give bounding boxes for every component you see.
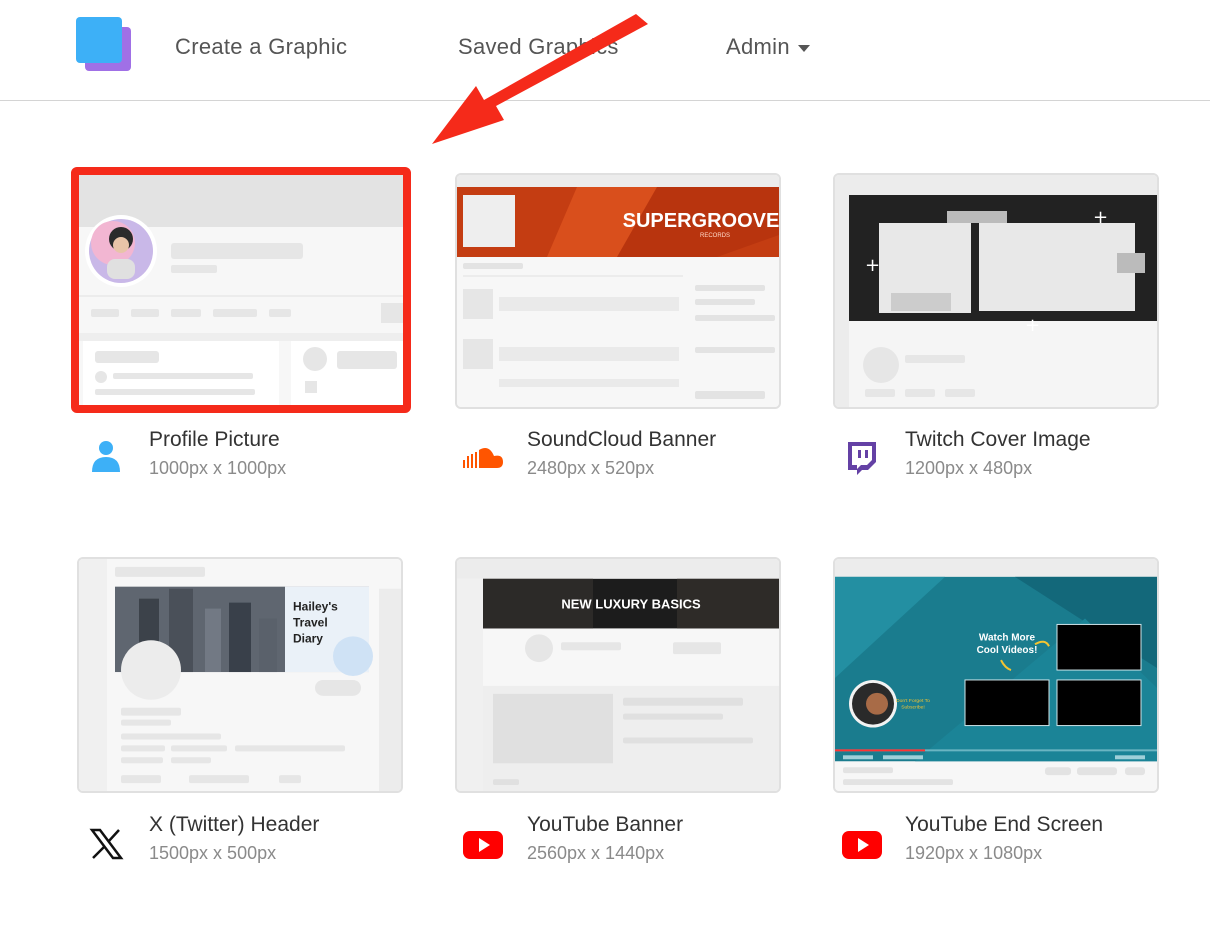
template-title: SoundCloud Banner [527,428,717,451]
annotation-arrow [432,14,648,144]
template-title: Twitch Cover Image [905,428,1091,451]
x-preview-thumbnail: Hailey's Travel Diary [79,559,401,791]
template-card-youtube-banner[interactable]: NEW LUXURY BASICS [455,557,781,793]
template-dimensions: 2480px x 520px [527,458,655,478]
svg-text:+: + [1025,315,1040,336]
twitch-icon [840,436,884,480]
template-label-youtube-end-screen: YouTube End Screen 1920px x 1080px [905,813,1103,864]
template-card-twitch-cover[interactable]: + + + [833,173,1159,409]
endscreen-sub-line-2: Subscribe! [901,705,925,711]
youtube-icon [840,822,884,866]
template-label-youtube-banner: YouTube Banner 2560px x 1440px [527,813,683,864]
x-banner-line-3: Diary [293,631,323,645]
endscreen-sub-line-1: Don't Forget To [896,698,930,704]
soundcloud-sub-text: RECORDS [700,233,730,239]
template-dimensions: 1200px x 480px [905,458,1033,478]
endscreen-cta-line-2: Cool Videos! [977,645,1038,656]
svg-text:+: + [1093,207,1108,228]
template-dimensions: 1920px x 1080px [905,843,1043,863]
soundcloud-icon [461,436,505,480]
template-card-profile-picture[interactable] [71,167,411,413]
x-banner-line-1: Hailey's [293,600,338,614]
template-label-profile-picture: Profile Picture 1000px x 1000px [149,428,286,479]
soundcloud-brand-text: SUPERGROOVE [623,210,779,232]
nav-create-graphic[interactable]: Create a Graphic [175,34,347,60]
template-card-soundcloud-banner[interactable]: SUPERGROOVE RECORDS [455,173,781,409]
youtube-banner-text: NEW LUXURY BASICS [561,597,701,612]
svg-text:+: + [865,255,880,276]
youtube-end-screen-preview-thumbnail: Watch More Cool Videos! Don't Forget To … [835,559,1157,791]
user-icon [84,436,128,480]
template-title: YouTube End Screen [905,813,1104,836]
nav-admin-dropdown[interactable]: Admin [726,34,810,60]
template-card-x-header[interactable]: Hailey's Travel Diary [77,557,403,793]
app-logo[interactable] [76,17,132,73]
profile-preview-thumbnail [79,175,403,405]
template-card-youtube-end-screen[interactable]: Watch More Cool Videos! Don't Forget To … [833,557,1159,793]
template-dimensions: 1500px x 500px [149,843,277,863]
template-label-soundcloud-banner: SoundCloud Banner 2480px x 520px [527,428,716,479]
template-title: X (Twitter) Header [149,813,320,836]
x-icon [84,822,128,866]
template-title: YouTube Banner [527,813,684,836]
template-label-twitch-cover: Twitch Cover Image 1200px x 480px [905,428,1091,479]
template-title: Profile Picture [149,428,280,451]
youtube-banner-preview-thumbnail: NEW LUXURY BASICS [457,559,779,791]
admin-label: Admin [726,34,790,59]
template-dimensions: 1000px x 1000px [149,458,287,478]
soundcloud-preview-thumbnail: SUPERGROOVE RECORDS [457,175,779,407]
template-label-x-header: X (Twitter) Header 1500px x 500px [149,813,319,864]
twitch-preview-thumbnail: + + + [835,175,1157,407]
youtube-icon [461,822,505,866]
x-banner-line-2: Travel [293,615,328,629]
caret-down-icon [797,44,810,52]
template-dimensions: 2560px x 1440px [527,843,665,863]
endscreen-cta-line-1: Watch More [979,632,1036,643]
